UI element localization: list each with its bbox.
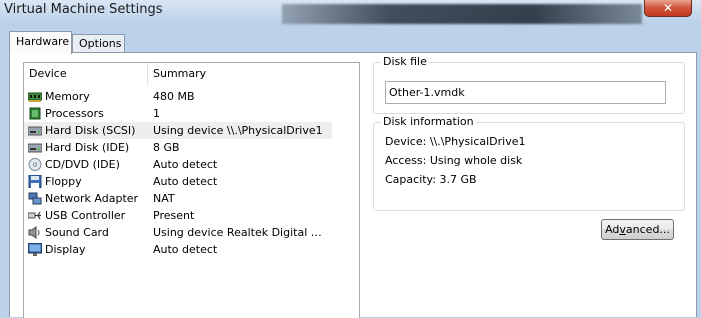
device-summary: Using device \\.\PhysicalDrive1 — [153, 124, 323, 137]
processor-icon — [29, 107, 41, 120]
hard-disk-icon — [28, 126, 42, 136]
disk-information-label: Disk information — [381, 115, 476, 128]
device-summary: 480 MB — [153, 90, 195, 103]
device-name: Sound Card — [45, 226, 109, 239]
disk-device-line: Device: \\.\PhysicalDrive1 — [385, 135, 526, 148]
device-name: Hard Disk (IDE) — [45, 141, 130, 154]
device-summary: NAT — [153, 192, 175, 205]
hardware-tab-panel: Device Summary Memory 480 MB Processors … — [9, 52, 697, 318]
column-header-device[interactable]: Device — [24, 63, 148, 85]
tab-options[interactable]: Options — [72, 34, 125, 53]
device-name: USB Controller — [45, 209, 126, 222]
device-name: Display — [45, 243, 86, 256]
device-row-display[interactable]: Display Auto detect — [24, 241, 359, 258]
tab-hardware[interactable]: Hardware — [9, 31, 72, 54]
device-summary: Auto detect — [153, 158, 218, 171]
disk-file-label: Disk file — [381, 55, 429, 68]
device-row-floppy[interactable]: Floppy Auto detect — [24, 173, 359, 190]
device-row-network-adapter[interactable]: Network Adapter NAT — [24, 190, 359, 207]
disk-capacity-line: Capacity: 3.7 GB — [385, 173, 477, 186]
obscured-background-strip — [282, 4, 642, 24]
display-icon — [28, 243, 42, 256]
title-bar: Virtual Machine Settings ✕ — [0, 0, 701, 26]
device-name: Memory — [45, 90, 90, 103]
device-name: CD/DVD (IDE) — [45, 158, 120, 171]
usb-icon — [28, 211, 41, 220]
disk-access-line: Access: Using whole disk — [385, 154, 523, 167]
device-row-hard-disk-scsi[interactable]: Hard Disk (SCSI) Using device \\.\Physic… — [24, 122, 359, 139]
window-frame-edge — [697, 26, 701, 317]
device-row-sound-card[interactable]: Sound Card Using device Realtek Digital … — [24, 224, 359, 241]
device-name: Processors — [45, 107, 104, 120]
advanced-button-label-end: anced... — [625, 223, 670, 236]
advanced-button-label-start: Ad — [605, 223, 620, 236]
device-row-hard-disk-ide[interactable]: Hard Disk (IDE) 8 GB — [24, 139, 359, 156]
floppy-icon — [28, 175, 42, 188]
device-summary: Present — [153, 209, 195, 222]
device-summary: 1 — [153, 107, 160, 120]
device-list: Device Summary Memory 480 MB Processors … — [23, 62, 360, 318]
disk-information-group: Disk information Device: \\.\PhysicalDri… — [373, 115, 685, 211]
advanced-button[interactable]: Advanced... — [601, 219, 674, 240]
device-summary: Auto detect — [153, 243, 218, 256]
network-adapter-icon — [28, 192, 42, 205]
device-row-processors[interactable]: Processors 1 — [24, 105, 359, 122]
device-name: Network Adapter — [45, 192, 139, 205]
disk-file-input[interactable]: Other-1.vmdk — [385, 81, 666, 104]
device-name: Hard Disk (SCSI) — [45, 124, 136, 137]
memory-icon — [28, 92, 42, 102]
disk-file-group: Disk file Other-1.vmdk — [373, 55, 685, 114]
device-name: Floppy — [45, 175, 82, 188]
hard-disk-icon — [28, 143, 42, 153]
device-summary: Using device Realtek Digital Outp... — [153, 226, 328, 239]
sound-card-icon — [28, 226, 40, 239]
column-header-summary[interactable]: Summary — [148, 63, 359, 85]
device-summary: Auto detect — [153, 175, 218, 188]
device-row-cd-dvd[interactable]: CD/DVD (IDE) Auto detect — [24, 156, 359, 173]
close-button[interactable]: ✕ — [644, 0, 692, 17]
device-row-usb-controller[interactable]: USB Controller Present — [24, 207, 359, 224]
device-summary: 8 GB — [153, 141, 180, 154]
device-rows: Memory 480 MB Processors 1 Hard Disk (SC… — [24, 88, 359, 258]
window-title: Virtual Machine Settings — [4, 2, 163, 17]
device-row-memory[interactable]: Memory 480 MB — [24, 88, 359, 105]
cd-dvd-icon — [28, 158, 42, 171]
